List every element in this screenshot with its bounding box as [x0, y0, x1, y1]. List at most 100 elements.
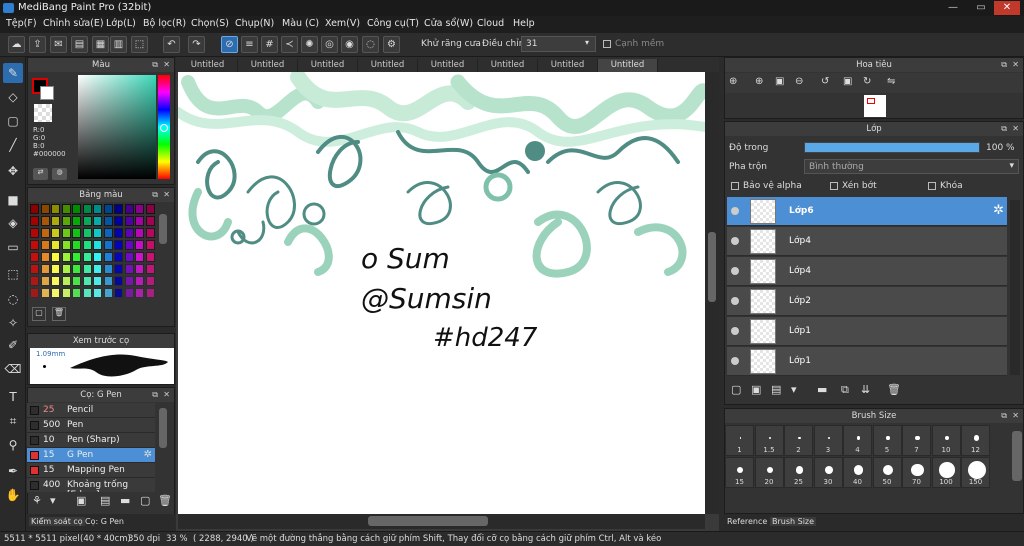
- close-icon[interactable]: ✕: [1012, 409, 1019, 423]
- opacity-slider[interactable]: [804, 142, 980, 153]
- tab-reference[interactable]: Reference: [727, 517, 767, 526]
- brush-folder-icon[interactable]: ▬: [120, 494, 130, 507]
- brush-item[interactable]: 10 Pen (Sharp): [27, 433, 155, 448]
- tab-doc-5[interactable]: Untitled: [418, 59, 478, 72]
- brush-size-preset[interactable]: 4: [843, 425, 872, 456]
- brush-size-preset[interactable]: 1.5: [754, 425, 784, 456]
- palette-swatch[interactable]: [82, 276, 92, 286]
- brush-item[interactable]: 25 Pencil: [27, 403, 155, 418]
- close-button[interactable]: ✕: [994, 1, 1020, 15]
- tab-doc-4[interactable]: Untitled: [358, 59, 418, 72]
- menu-view[interactable]: Xem(V): [325, 18, 360, 29]
- parallel-snap-icon[interactable]: ≡: [241, 36, 258, 53]
- undock-icon[interactable]: ⧉: [1001, 409, 1007, 423]
- comment-icon[interactable]: ✉: [50, 36, 67, 53]
- tab-brush-control[interactable]: Kiểm soát cọ: [29, 517, 85, 526]
- palette-swatch[interactable]: [93, 204, 102, 214]
- brush-item[interactable]: 15 G Pen ✲: [27, 448, 155, 463]
- palette-swatch[interactable]: [40, 264, 50, 274]
- palette-swatch[interactable]: [124, 276, 134, 286]
- palette-swatch[interactable]: [124, 252, 134, 262]
- palette-swatch[interactable]: [72, 204, 81, 214]
- palette-swatch[interactable]: [72, 264, 81, 274]
- radial-line-icon[interactable]: ✺: [301, 36, 318, 53]
- delete-layer-icon[interactable]: 🗑: [887, 383, 901, 396]
- dot-tool-icon[interactable]: ▢: [3, 111, 23, 131]
- palette-swatch[interactable]: [30, 252, 39, 262]
- layer-row[interactable]: Lớp4: [727, 227, 1007, 256]
- palette-swatch[interactable]: [72, 276, 81, 286]
- new-layer-icon[interactable]: ▢: [731, 383, 741, 396]
- menu-layer[interactable]: Lớp(L): [106, 18, 136, 29]
- brush-copy-icon[interactable]: ▤: [100, 494, 110, 507]
- palette-swatch[interactable]: [51, 276, 60, 286]
- vertical-scroll-thumb[interactable]: [708, 232, 716, 302]
- palette-swatch[interactable]: [61, 240, 71, 250]
- brush-size-preset[interactable]: 15: [725, 457, 754, 488]
- palette-swatch[interactable]: [61, 228, 71, 238]
- undock-icon[interactable]: ⧉: [1001, 122, 1007, 136]
- layer-row[interactable]: Lớp2: [727, 287, 1007, 316]
- eye-icon[interactable]: [731, 267, 739, 275]
- brush-size-preset[interactable]: 40: [843, 457, 872, 488]
- palette-swatch[interactable]: [124, 228, 134, 238]
- close-icon[interactable]: ✕: [163, 188, 170, 202]
- palette-swatch[interactable]: [51, 216, 60, 226]
- palette-swatch[interactable]: [40, 288, 50, 298]
- palette-swatch[interactable]: [61, 264, 71, 274]
- palette-swatch[interactable]: [61, 288, 71, 298]
- palette-swatch[interactable]: [103, 204, 113, 214]
- tab-doc-2[interactable]: Untitled: [238, 59, 298, 72]
- palette-swatch[interactable]: [103, 216, 113, 226]
- new-swatch-icon[interactable]: ▢: [32, 307, 46, 321]
- folder-icon[interactable]: ▬: [817, 383, 827, 396]
- clipping-checkbox[interactable]: [830, 182, 838, 190]
- brush-size-preset[interactable]: 100: [931, 457, 961, 488]
- move-tool-icon[interactable]: ✥: [3, 161, 23, 181]
- menu-cloud[interactable]: Cloud: [477, 18, 504, 29]
- palette-swatch[interactable]: [40, 252, 50, 262]
- layer-icon[interactable]: ▤: [71, 36, 88, 53]
- brush-size-preset[interactable]: 7: [902, 425, 931, 456]
- palette-swatch[interactable]: [114, 204, 123, 214]
- add-brush-icon[interactable]: ⚘: [32, 494, 42, 507]
- palette-swatch[interactable]: [114, 240, 123, 250]
- palette-swatch[interactable]: [40, 204, 50, 214]
- eye-icon[interactable]: [731, 297, 739, 305]
- brush-delete-icon[interactable]: 🗑: [158, 494, 172, 507]
- palette-swatch[interactable]: [103, 228, 113, 238]
- palette-swatch[interactable]: [114, 288, 123, 298]
- palette-swatch[interactable]: [30, 204, 39, 214]
- palette-swatch[interactable]: [145, 216, 155, 226]
- palette-swatch[interactable]: [135, 252, 144, 262]
- drawing-canvas[interactable]: o Sum @Sumsin #hd247: [178, 72, 705, 514]
- palette-swatch[interactable]: [114, 252, 123, 262]
- palette-swatch[interactable]: [114, 276, 123, 286]
- palette-swatch[interactable]: [145, 204, 155, 214]
- navigator-viewport[interactable]: [867, 98, 875, 104]
- layer-scrollbar[interactable]: [1010, 200, 1020, 375]
- palette-swatch[interactable]: [40, 240, 50, 250]
- curve-snap-icon[interactable]: ◌: [362, 36, 379, 53]
- palette-swatch[interactable]: [93, 228, 102, 238]
- palette-swatch[interactable]: [135, 228, 144, 238]
- zoom-out-icon[interactable]: ⊖: [795, 76, 803, 87]
- palette-swatch[interactable]: [93, 240, 102, 250]
- brush-size-preset[interactable]: 25: [784, 457, 813, 488]
- panel-icon[interactable]: ▥: [110, 36, 127, 53]
- brush-size-preset[interactable]: 50: [872, 457, 902, 488]
- palette-swatch[interactable]: [51, 240, 60, 250]
- tab-doc-7[interactable]: Untitled: [538, 59, 598, 72]
- menu-color[interactable]: Màu (C): [282, 18, 319, 29]
- tab-doc-8[interactable]: Untitled: [598, 59, 658, 72]
- palette-swatch[interactable]: [82, 288, 92, 298]
- protect-alpha-checkbox[interactable]: [731, 182, 739, 190]
- soft-edge-checkbox[interactable]: [603, 40, 611, 48]
- brush-size-preset[interactable]: 20: [754, 457, 784, 488]
- close-icon[interactable]: ✕: [163, 58, 170, 72]
- saturation-picker[interactable]: [78, 75, 156, 179]
- palette-swatch[interactable]: [61, 252, 71, 262]
- palette-swatch[interactable]: [135, 288, 144, 298]
- new-8bit-layer-icon[interactable]: ▤: [771, 383, 781, 396]
- undock-icon[interactable]: ⧉: [152, 388, 158, 402]
